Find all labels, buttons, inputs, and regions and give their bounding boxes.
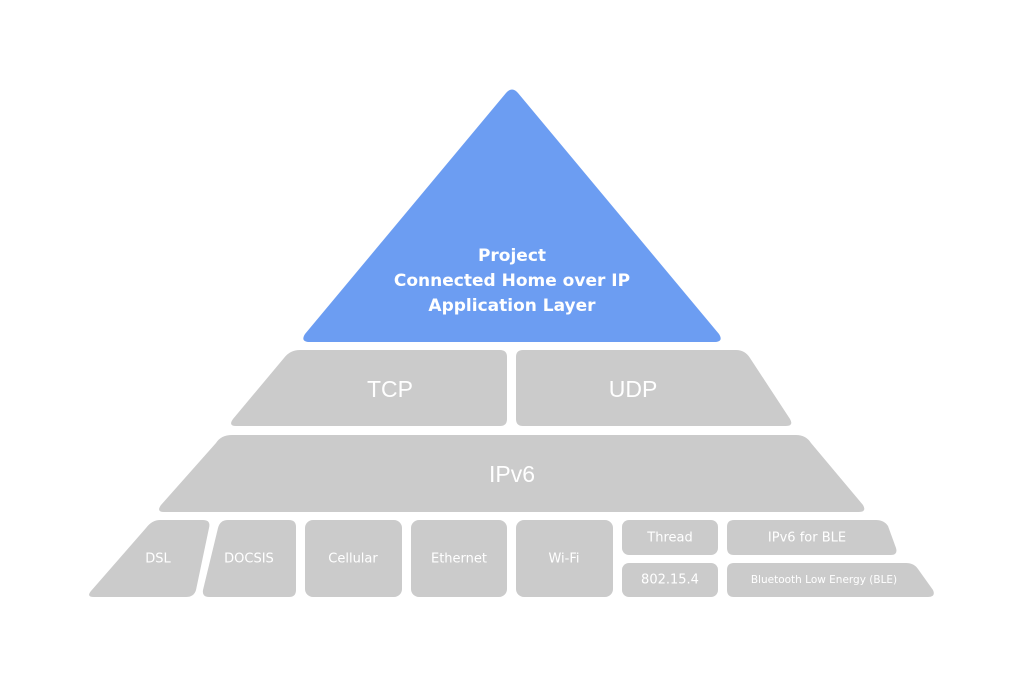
ipv6-label: IPv6 — [489, 461, 535, 487]
network-layer: IPv6 — [159, 435, 865, 512]
udp-label: UDP — [609, 376, 658, 402]
protocol-pyramid-diagram: Project Connected Home over IP Applicati… — [89, 89, 934, 597]
dsl-label: DSL — [145, 552, 171, 567]
cellular-label: Cellular — [328, 552, 378, 567]
link-layer: DSL DOCSIS Cellular Ethernet Wi-Fi Threa… — [89, 520, 934, 597]
ipv6-for-ble-label: IPv6 for BLE — [768, 531, 846, 546]
transport-layer: TCP UDP — [231, 350, 792, 426]
tcp-label: TCP — [367, 376, 413, 402]
application-layer-label-line-2: Connected Home over IP — [394, 271, 630, 291]
ble-label: Bluetooth Low Energy (BLE) — [751, 574, 897, 586]
application-layer-label-line-1: Project — [478, 246, 546, 266]
docsis-label: DOCSIS — [224, 552, 274, 567]
wifi-label: Wi-Fi — [548, 552, 579, 567]
application-layer-label-line-3: Application Layer — [428, 296, 596, 316]
802-15-4-label: 802.15.4 — [641, 573, 699, 588]
application-layer: Project Connected Home over IP Applicati… — [303, 89, 721, 342]
ethernet-label: Ethernet — [431, 552, 487, 567]
thread-label: Thread — [646, 531, 692, 546]
